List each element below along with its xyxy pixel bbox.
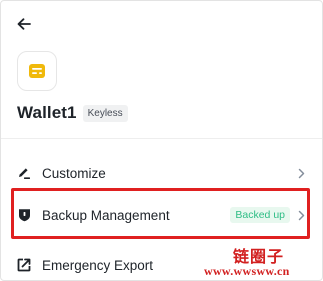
pen-icon [17, 166, 31, 180]
backed-up-badge: Backed up [230, 207, 290, 223]
chevron-right-icon [296, 209, 306, 221]
export-icon [17, 258, 31, 272]
menu-item-label: Emergency Export [42, 257, 154, 273]
chevron-right-icon [296, 167, 306, 179]
wallet-title-row: Wallet1 Keyless [17, 103, 128, 123]
wallet-logo [17, 51, 57, 91]
wallet-settings-screen: Wallet1 Keyless Customize Backup Managem… [0, 0, 323, 281]
wallet-name: Wallet1 [17, 103, 77, 122]
menu-item-label: Backup Management [42, 207, 170, 223]
shield-icon [17, 208, 31, 222]
wallet-card-icon [29, 64, 45, 78]
menu-item-customize[interactable]: Customize [1, 158, 322, 188]
section-divider [1, 138, 322, 139]
arrow-left-icon [17, 18, 31, 30]
menu-item-label: Customize [42, 165, 106, 181]
watermark-url: www.wwsww.cn [204, 264, 290, 278]
back-button[interactable] [13, 13, 35, 35]
keyless-badge: Keyless [82, 104, 128, 122]
menu-item-backup-management[interactable]: Backup Management Backed up [1, 200, 322, 230]
